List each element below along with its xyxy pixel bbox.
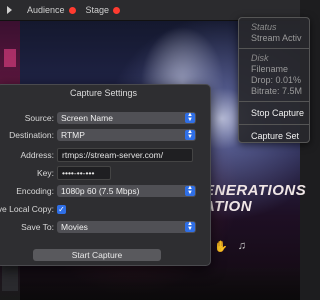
status-header: Status <box>251 22 277 32</box>
source-row: Source: Screen Name ▲ ▼ <box>0 111 210 125</box>
destination-value: RTMP <box>61 130 85 140</box>
topbar-item-stage[interactable]: Stage <box>86 5 121 15</box>
chevron-updown-icon: ▲ ▼ <box>185 129 195 140</box>
music-note-icon[interactable]: ♫ <box>238 240 246 253</box>
destination-label: Destination: <box>9 130 54 140</box>
save-to-label: Save To: <box>21 222 54 232</box>
disk-drop: Drop: 0.01% <box>251 75 302 85</box>
dialog-title: Capture Settings <box>69 88 138 98</box>
chevron-updown-icon: ▲ ▼ <box>185 185 195 196</box>
bottom-icons: ✋ ♫ <box>214 240 246 253</box>
stage-live-indicator <box>113 6 121 14</box>
key-field[interactable]: ••••-••-••• <box>57 166 111 180</box>
bottom-control-strip <box>20 268 300 300</box>
destination-select[interactable]: RTMP ▲ ▼ <box>57 129 196 141</box>
stage-overlay-line1: ENERATIONS <box>204 182 307 199</box>
audience-live-indicator <box>68 6 76 14</box>
play-icon[interactable] <box>1 3 17 17</box>
menu-divider <box>239 48 309 49</box>
topbar-item-audience[interactable]: Audience <box>27 5 76 15</box>
encoding-label: Encoding: <box>16 186 54 196</box>
save-to-value: Movies <box>61 222 88 232</box>
stage-overlay-text: ENERATIONS ATION <box>204 183 306 215</box>
encoding-value: 1080p 60 (7.5 Mbps) <box>61 186 140 196</box>
menu-divider <box>239 101 309 102</box>
stage-overlay-line2: ATION <box>204 198 253 215</box>
stage-label: Stage <box>85 5 110 15</box>
chevron-updown-icon: ▲ ▼ <box>185 112 195 123</box>
audience-label: Audience <box>27 5 65 15</box>
key-label: Key: <box>36 168 54 178</box>
local-copy-checkbox[interactable]: ✓ <box>57 204 66 214</box>
encoding-row: Encoding: 1080p 60 (7.5 Mbps) ▲ ▼ <box>0 184 210 198</box>
source-value: Screen Name <box>61 113 113 123</box>
chevron-updown-icon: ▲ ▼ <box>185 221 195 232</box>
save-to-row: Save To: Movies ▲ ▼ <box>0 220 210 234</box>
source-label: Source: <box>24 113 54 123</box>
source-select[interactable]: Screen Name ▲ ▼ <box>57 112 196 124</box>
local-copy-label: ve Local Copy: <box>0 204 54 214</box>
save-to-select[interactable]: Movies ▲ ▼ <box>57 221 196 233</box>
encoding-select[interactable]: 1080p 60 (7.5 Mbps) ▲ ▼ <box>57 185 196 197</box>
capture-settings-dialog: Capture Settings Source: Screen Name ▲ ▼ … <box>0 84 211 266</box>
disk-header: Disk <box>251 53 269 63</box>
destination-row: Destination: RTMP ▲ ▼ <box>0 128 210 142</box>
address-label: Address: <box>20 150 54 160</box>
hand-icon[interactable]: ✋ <box>214 240 228 253</box>
address-field[interactable]: rtmps://stream-server.com/ <box>57 148 193 162</box>
disk-filename: Filename <box>251 64 289 74</box>
status-value: Stream Activ <box>251 33 302 43</box>
local-copy-row: ve Local Copy: ✓ <box>0 202 210 216</box>
status-menu: Status Stream Activ Disk Filename Drop: … <box>238 17 310 143</box>
menu-divider <box>239 124 309 125</box>
address-row: Address: rtmps://stream-server.com/ <box>0 148 210 162</box>
disk-bitrate: Bitrate: 7.5M <box>251 86 303 96</box>
capture-settings-menu-item[interactable]: Capture Set <box>239 129 309 143</box>
key-row: Key: ••••-••-••• <box>0 166 210 180</box>
stop-capture-menu-item[interactable]: Stop Capture <box>239 106 309 120</box>
start-capture-button[interactable]: Start Capture <box>33 249 161 261</box>
left-preview-thumb <box>4 49 16 67</box>
